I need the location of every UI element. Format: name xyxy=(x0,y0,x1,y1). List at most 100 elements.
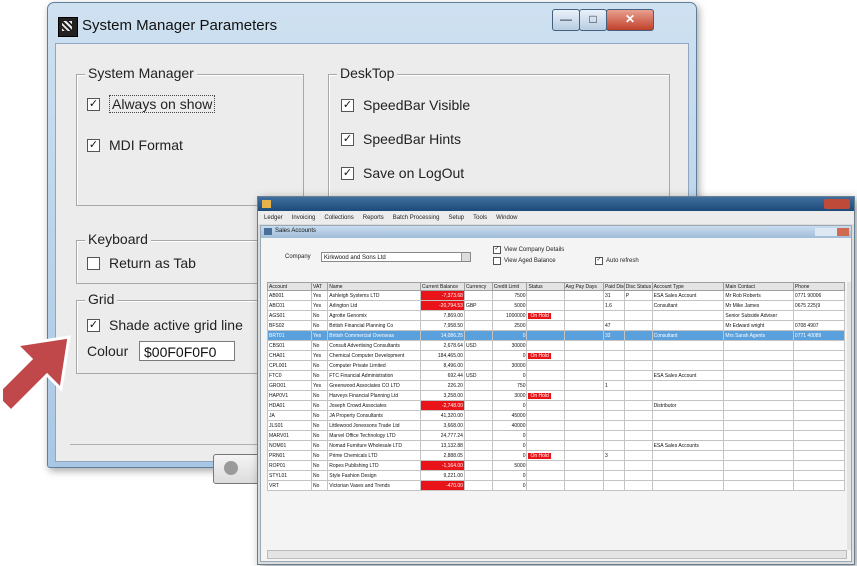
table-cell: 184,465.00 xyxy=(419,350,465,361)
table-cell xyxy=(723,460,794,471)
table-cell: Yes xyxy=(311,380,329,391)
table-cell xyxy=(526,360,565,371)
table-cell: Ropes Publishing LTD xyxy=(327,460,421,471)
table-row[interactable]: JA No JA Property Consultants 41,320.00 4500… xyxy=(266,410,846,421)
table-cell: Senior Subside Adviser xyxy=(723,310,794,321)
table-cell xyxy=(792,480,846,491)
table-cell: No xyxy=(311,400,329,411)
child-window-controls[interactable] xyxy=(815,228,849,236)
table-row[interactable]: AB001 Yes Ashleigh Systems LTD -7,373.68 750… xyxy=(266,290,846,301)
menu-item-ledger[interactable]: Ledger xyxy=(264,215,283,221)
table-cell xyxy=(651,360,725,371)
menu-item-setup[interactable]: Setup xyxy=(448,215,464,221)
table-cell: No xyxy=(311,370,329,381)
view-aged-balance-checkbox[interactable]: View Aged Balance xyxy=(493,257,556,265)
menu-bar: Ledger Invoicing Collections Reports Batch P… xyxy=(258,211,854,224)
table-row[interactable]: HDA01 No Joseph Crowd Associates -2,748.00 0… xyxy=(266,400,846,411)
table-row[interactable]: MARV01 No Marvel Office Technology LTD 24,7… xyxy=(266,430,846,441)
always-on-show-checkbox[interactable]: ✓ Always on show xyxy=(87,95,216,113)
view-aged-balance-label: View Aged Balance xyxy=(504,258,556,264)
column-header[interactable]: Status xyxy=(526,282,565,291)
table-row[interactable]: CBS01 No Consult Advertising Consultants 2,… xyxy=(266,340,846,351)
table-cell xyxy=(723,470,794,481)
vertical-scrollbar[interactable] xyxy=(847,282,851,550)
column-header[interactable]: Avg Pay Days xyxy=(563,282,604,291)
column-header[interactable]: Main Contact xyxy=(723,282,794,291)
table-cell xyxy=(623,410,653,421)
table-row[interactable]: PRN01 No Prime Chemicals LTD 2,888.05 0 On Ho… xyxy=(266,450,846,461)
table-cell xyxy=(463,390,493,401)
minimize-button[interactable]: — xyxy=(552,9,580,31)
column-header[interactable]: Paid Disc xyxy=(602,282,625,291)
table-row[interactable]: FTC0 No FTC Financial Administration 692.44… xyxy=(266,370,846,381)
table-row[interactable]: CHA01 Yes Chemical Computer Development 184… xyxy=(266,350,846,361)
auto-refresh-checkbox[interactable]: ✓ Auto refresh xyxy=(595,257,639,265)
column-header[interactable]: Disc Status xyxy=(623,282,653,291)
table-cell xyxy=(623,430,653,441)
table-cell: Victorian Vases and Trends xyxy=(327,480,421,491)
table-row[interactable]: GRO01 Yes Greenwood Associates CO LTD 226.2… xyxy=(266,380,846,391)
table-row[interactable]: ROP01 No Ropes Publishing LTD -1,164.00 5000 xyxy=(266,460,846,471)
chevron-down-icon[interactable] xyxy=(461,253,470,261)
table-cell: On Hold xyxy=(526,310,565,321)
view-company-details-checkbox[interactable]: ✓ View Company Details xyxy=(493,246,564,254)
menu-item-collections[interactable]: Collections xyxy=(324,215,353,221)
shade-active-grid-line-checkbox[interactable]: ✓ Shade active grid line xyxy=(87,317,243,333)
menu-item-tools[interactable]: Tools xyxy=(473,215,487,221)
close-button[interactable]: ✕ xyxy=(606,9,654,31)
mdi-format-checkbox[interactable]: ✓ MDI Format xyxy=(87,137,183,153)
table-cell xyxy=(792,360,846,371)
table-row[interactable]: ABC01 Yes Arlington Ltd -20,794.53 GBP 5000 1.… xyxy=(266,300,846,311)
table-cell: -20,794.53 xyxy=(419,300,465,311)
speedbar-hints-checkbox[interactable]: ✓ SpeedBar Hints xyxy=(341,131,461,147)
company-select[interactable]: Kirkwood and Sons Ltd xyxy=(321,252,471,262)
column-header[interactable]: Currency xyxy=(463,282,493,291)
menu-item-invoicing[interactable]: Invoicing xyxy=(292,215,316,221)
table-cell xyxy=(602,480,625,491)
table-row[interactable]: JLS01 No Littlewood Jonessons Trade Ltd 3,6… xyxy=(266,420,846,431)
column-header[interactable]: Current Balance xyxy=(419,282,465,291)
table-cell xyxy=(602,340,625,351)
table-cell: 0 xyxy=(491,480,528,491)
speedbar-visible-checkbox[interactable]: ✓ SpeedBar Visible xyxy=(341,97,470,113)
menu-item-reports[interactable]: Reports xyxy=(363,215,384,221)
table-row[interactable]: AGS01 No Agrotte Genomix 7,869.00 1000000 On … xyxy=(266,310,846,321)
table-cell: 7,869.00 xyxy=(419,310,465,321)
table-cell xyxy=(526,440,565,451)
app-icon xyxy=(58,17,78,37)
save-on-logout-checkbox[interactable]: ✓ Save on LogOut xyxy=(341,165,464,181)
table-cell xyxy=(723,400,794,411)
table-cell: CHA01 xyxy=(266,350,313,361)
horizontal-scrollbar[interactable] xyxy=(267,550,847,559)
return-as-tab-checkbox[interactable]: Return as Tab xyxy=(87,255,196,271)
column-header[interactable]: Name xyxy=(327,282,421,291)
table-cell: Littlewood Jonessons Trade Ltd xyxy=(327,420,421,431)
table-row[interactable]: HAP0V1 No Harveys Financial Planning Ltd 3,… xyxy=(266,390,846,401)
column-header[interactable]: Phone xyxy=(792,282,846,291)
colour-input[interactable]: $00F0F0F0 xyxy=(139,341,235,361)
table-cell: 47 xyxy=(602,320,625,331)
table-row[interactable]: BFS02 No British Financial Planning Co 7,95… xyxy=(266,320,846,331)
table-cell: BRT01 xyxy=(266,330,313,341)
column-header[interactable]: VAT xyxy=(311,282,329,291)
table-row[interactable]: STYL01 No Style Fashion Design 9,221.00 0 xyxy=(266,470,846,481)
menu-item-window[interactable]: Window xyxy=(496,215,517,221)
column-header[interactable]: Account xyxy=(266,282,313,291)
table-row[interactable]: CPL001 No Computer Private Limited 8,496.00… xyxy=(266,360,846,371)
table-row[interactable]: BRT01 Yes British Commercial Overseas 14,08… xyxy=(266,330,846,341)
window-title-bar xyxy=(258,197,854,211)
window-close-button[interactable] xyxy=(824,199,850,209)
menu-item-batch-processing[interactable]: Batch Processing xyxy=(393,215,440,221)
table-cell xyxy=(463,420,493,431)
table-cell xyxy=(463,380,493,391)
table-cell: No xyxy=(311,310,329,321)
table-row[interactable]: NOM01 No Nomad Furniture Wholesale LTD 13,1… xyxy=(266,440,846,451)
table-cell: JA xyxy=(266,410,313,421)
column-header[interactable]: Credit Limit xyxy=(491,282,528,291)
table-cell xyxy=(602,470,625,481)
table-cell xyxy=(623,420,653,431)
table-row[interactable]: VRT No Victorian Vases and Trends -470.00 0 xyxy=(266,480,846,491)
table-cell xyxy=(623,360,653,371)
maximize-button[interactable]: □ xyxy=(579,9,607,31)
column-header[interactable]: Account Type xyxy=(651,282,725,291)
